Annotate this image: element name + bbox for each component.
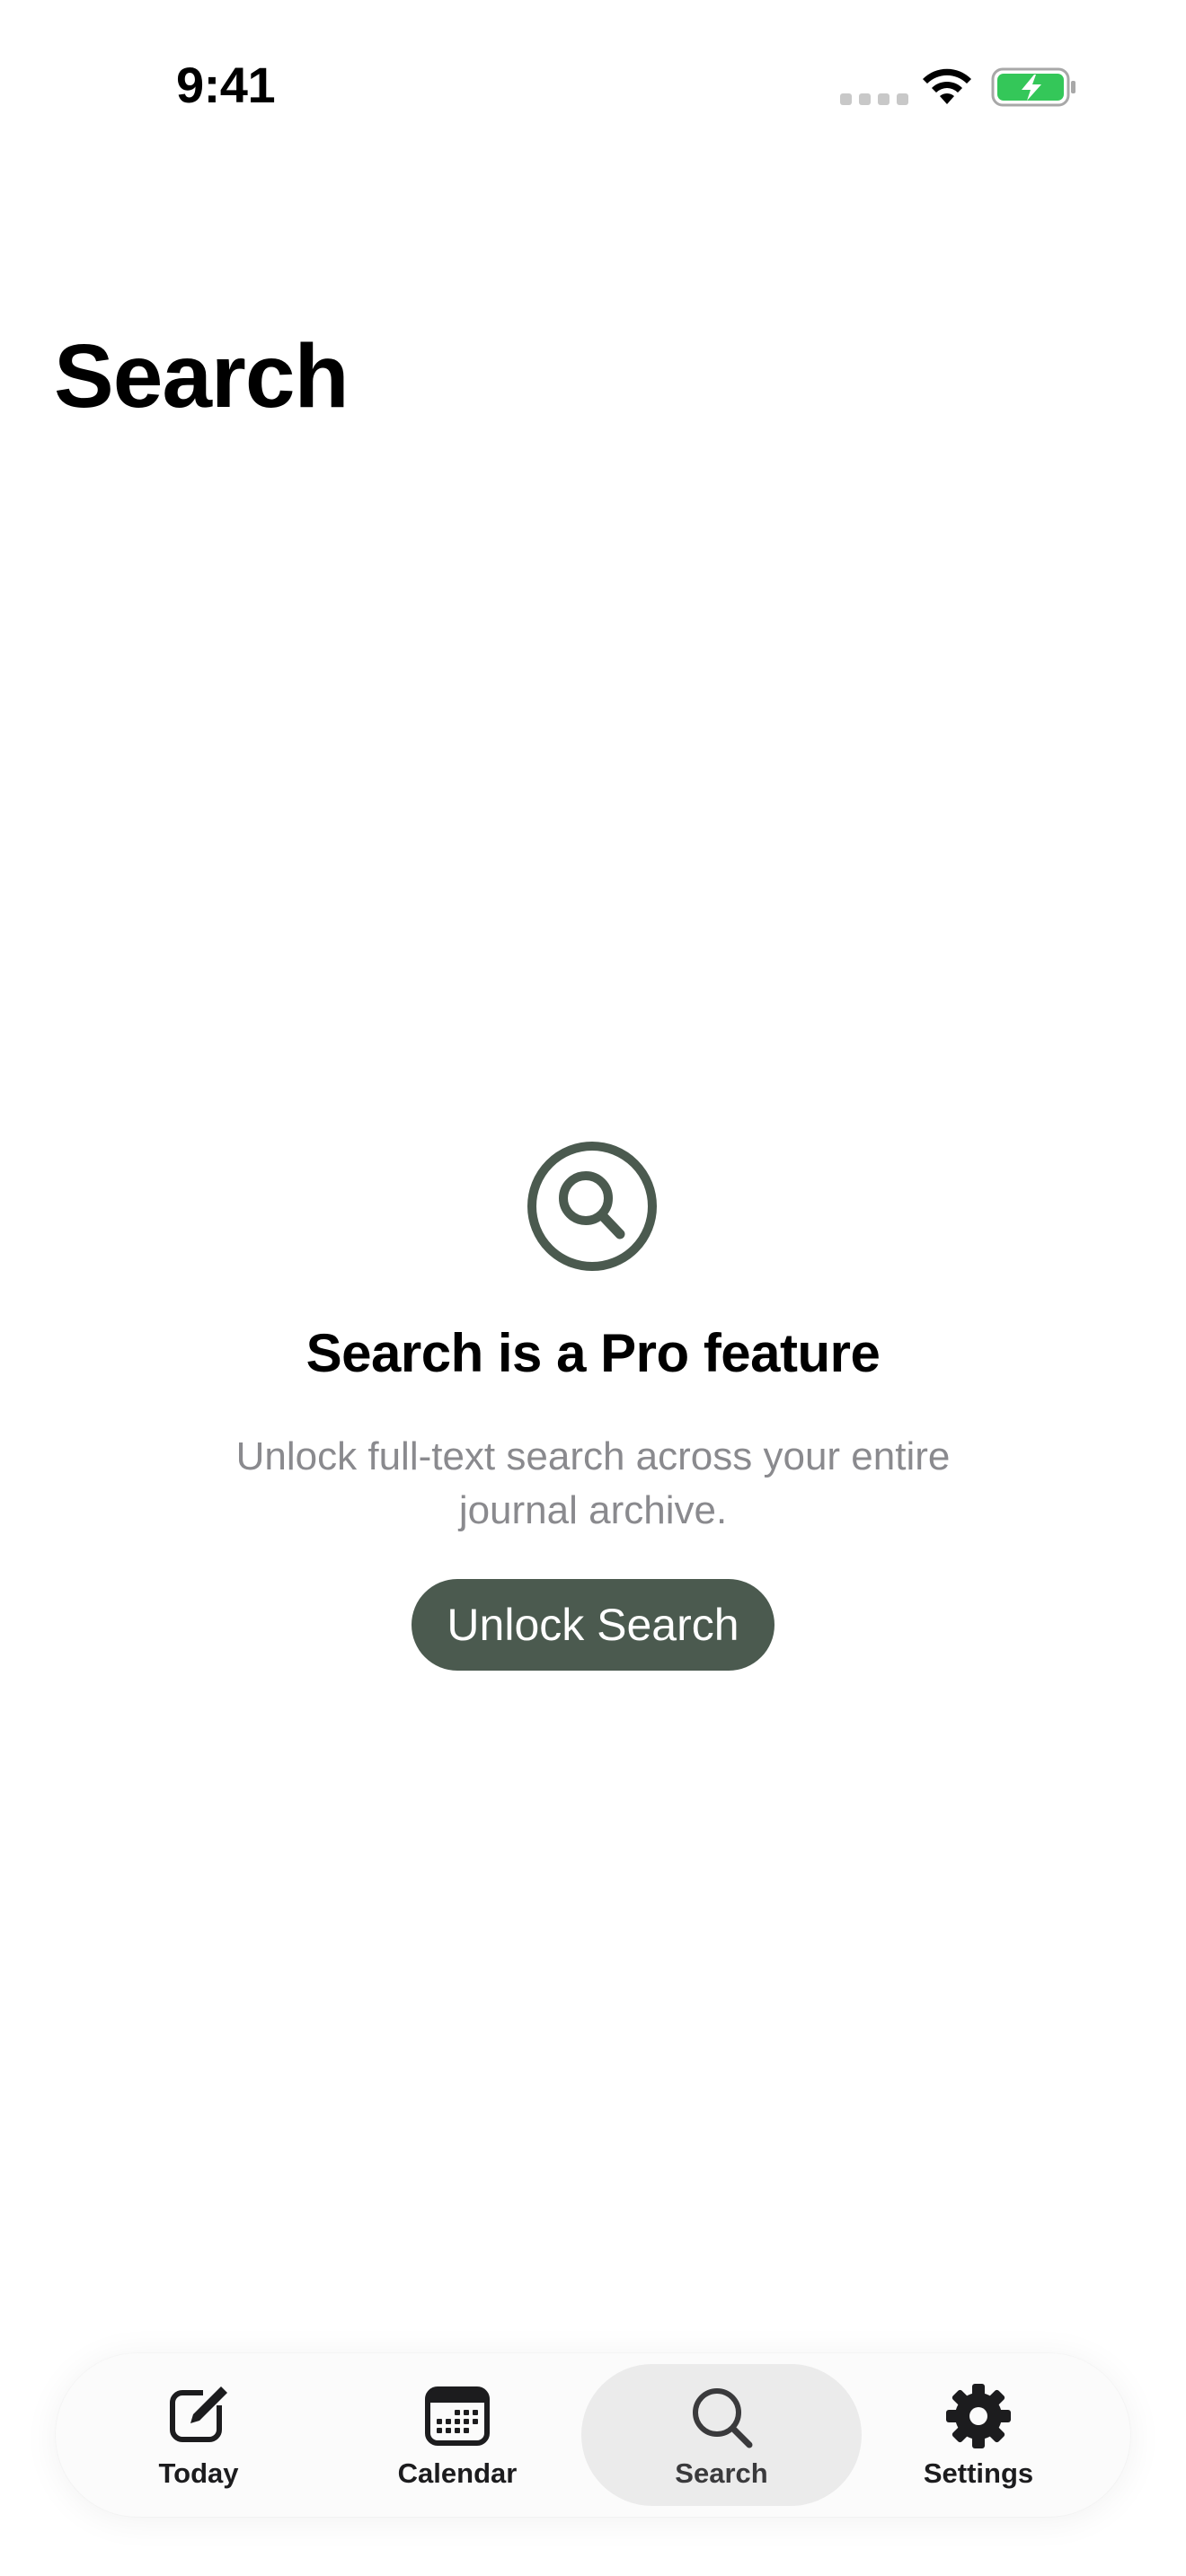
search-icon — [693, 2388, 753, 2448]
page-title: Search — [54, 326, 350, 427]
battery-charging-icon — [991, 67, 1075, 107]
unlock-search-button[interactable]: Unlock Search — [412, 1579, 774, 1671]
tab-label-calendar: Calendar — [397, 2457, 518, 2489]
tab-bar: Today Calendar Search Settings — [56, 2353, 1130, 2517]
magnifying-glass-circle-icon — [527, 1142, 657, 1271]
gear-icon — [946, 2384, 1011, 2448]
tab-label-today: Today — [158, 2457, 239, 2489]
search-screen: 9:41 Search Search is a Pro feature Unlo… — [0, 0, 1186, 2576]
status-time: 9:41 — [176, 57, 276, 113]
tab-calendar[interactable]: Calendar — [317, 2364, 597, 2506]
tab-settings[interactable]: Settings — [838, 2364, 1119, 2506]
tab-label-search: Search — [675, 2457, 768, 2489]
empty-state-heading: Search is a Pro feature — [305, 1323, 881, 1383]
empty-state-description: Unlock full-text search across your enti… — [235, 1434, 951, 1532]
tab-today[interactable]: Today — [58, 2364, 339, 2506]
tab-search[interactable]: Search — [581, 2364, 862, 2506]
tab-label-settings: Settings — [923, 2457, 1034, 2489]
calendar-icon — [425, 2386, 490, 2446]
wifi-icon — [923, 68, 971, 104]
compose-icon — [170, 2384, 230, 2442]
cellular-signal-icon — [840, 93, 908, 105]
